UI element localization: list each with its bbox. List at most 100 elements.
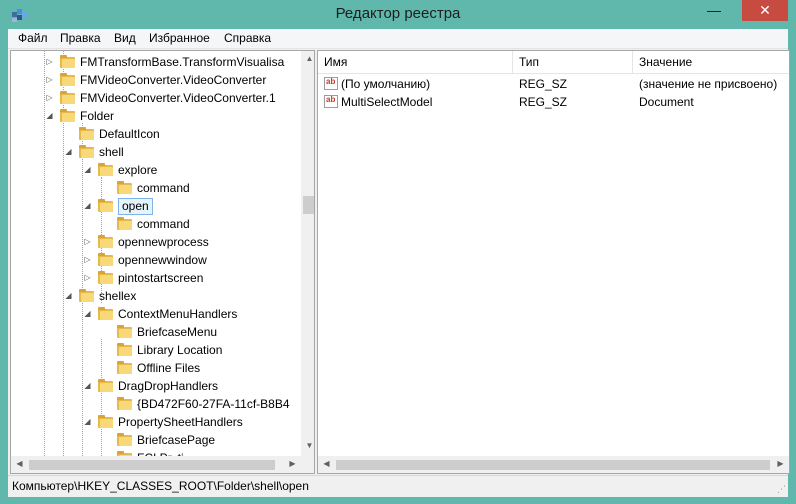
value-row[interactable]: ab (По умолчанию) REG_SZ (значение не присв… [318, 75, 789, 93]
tree-item-label[interactable]: {BD472F60-27FA-11cf-B8B4 [137, 395, 290, 413]
close-button[interactable]: ✕ [742, 0, 788, 21]
registry-key-tree[interactable]: ▷ FMTransformBase.TransformVisualisa ▷ FMVi… [10, 50, 315, 474]
tree-item[interactable]: ◢ shell [11, 143, 301, 161]
tree-item-label[interactable]: command [137, 215, 190, 233]
tree-item[interactable]: ◢ DragDropHandlers [11, 377, 301, 395]
string-value-icon: ab [324, 77, 338, 90]
tree-item[interactable]: Offline Files [11, 359, 301, 377]
tree-item[interactable]: ▷ FMVideoConverter.VideoConverter [11, 71, 301, 89]
tree-item[interactable]: command [11, 215, 301, 233]
tree-item[interactable]: ▷ opennewprocess [11, 233, 301, 251]
tree-horizontal-scroll-thumb[interactable] [29, 460, 275, 470]
menu-edit[interactable]: Правка [60, 31, 101, 45]
collapse-arrow-icon[interactable]: ◢ [45, 111, 54, 120]
tree-item-label[interactable]: Library Location [137, 341, 222, 359]
value-name: MultiSelectModel [341, 95, 433, 109]
tree-item-label[interactable]: BriefcaseMenu [137, 323, 217, 341]
resize-grip-icon[interactable]: ⋰ [777, 484, 786, 495]
tree-item-label[interactable]: DefaultIcon [99, 125, 160, 143]
values-horizontal-scrollbar[interactable]: ◀ ▶ [318, 456, 789, 473]
menu-favorites[interactable]: Избранное [149, 31, 210, 45]
tree-item[interactable]: BriefcaseMenu [11, 323, 301, 341]
tree-item[interactable]: ◢ Folder [11, 107, 301, 125]
menu-file[interactable]: Файл [18, 31, 48, 45]
tree-item-label[interactable]: BriefcasePage [137, 431, 215, 449]
menu-help[interactable]: Справка [224, 31, 271, 45]
expand-arrow-icon[interactable]: ▷ [45, 75, 54, 84]
folder-icon [117, 343, 133, 356]
scroll-down-icon[interactable]: ▼ [301, 441, 314, 450]
column-header-type[interactable]: Тип [513, 51, 633, 73]
tree-item-label[interactable]: shell [99, 143, 124, 161]
window-title: Редактор реестра [335, 5, 461, 22]
tree-item[interactable]: ◢ shellex [11, 287, 301, 305]
tree-item-label-selected[interactable]: open [118, 198, 153, 215]
tree-item-label[interactable]: explore [118, 161, 157, 179]
tree-item[interactable]: ◢ explore [11, 161, 301, 179]
tree-item[interactable]: ▷ FMTransformBase.TransformVisualisa [11, 53, 301, 71]
values-horizontal-scroll-thumb[interactable] [336, 460, 770, 470]
tree-horizontal-scrollbar[interactable]: ◀ ▶ [11, 456, 301, 473]
tree-item[interactable]: ◢ open [11, 197, 301, 215]
scroll-right-icon[interactable]: ▶ [772, 459, 789, 468]
tree-item-label[interactable]: opennewwindow [118, 251, 207, 269]
tree-item-label[interactable]: Folder [80, 107, 114, 125]
column-header-name[interactable]: Имя [318, 51, 513, 73]
tree-item-label[interactable]: FMTransformBase.TransformVisualisa [80, 53, 284, 71]
tree-item[interactable]: Library Location [11, 341, 301, 359]
scroll-left-icon[interactable]: ◀ [318, 459, 335, 468]
tree-item[interactable]: ▷ opennewwindow [11, 251, 301, 269]
folder-icon [117, 397, 133, 410]
collapse-arrow-icon[interactable]: ◢ [83, 417, 92, 426]
tree-item[interactable]: ◢ PropertySheetHandlers [11, 413, 301, 431]
collapse-arrow-icon[interactable]: ◢ [83, 309, 92, 318]
folder-icon [98, 163, 114, 176]
tree-item[interactable]: BriefcasePage [11, 431, 301, 449]
tree-item-label[interactable]: pintostartscreen [118, 269, 203, 287]
tree-item-label[interactable]: ContextMenuHandlers [118, 305, 237, 323]
tree-vertical-scrollbar[interactable]: ▲ ▼ [301, 51, 314, 456]
expand-arrow-icon[interactable]: ▷ [83, 237, 92, 246]
value-data: (значение не присвоено) [639, 77, 778, 91]
tree-item[interactable]: ▷ pintostartscreen [11, 269, 301, 287]
title-bar[interactable]: Редактор реестра — ✕ [0, 0, 796, 28]
value-type: REG_SZ [519, 77, 568, 91]
tree-item-label[interactable]: command [137, 179, 190, 197]
tree-item[interactable]: DefaultIcon [11, 125, 301, 143]
tree-item-label[interactable]: FMVideoConverter.VideoConverter [80, 71, 266, 89]
minimize-button[interactable]: — [700, 0, 728, 21]
tree-item[interactable]: {BD472F60-27FA-11cf-B8B4 [11, 395, 301, 413]
status-key-path: Компьютер\HKEY_CLASSES_ROOT\Folder\shell… [12, 479, 309, 493]
status-bar: Компьютер\HKEY_CLASSES_ROOT\Folder\shell… [8, 475, 788, 497]
expand-arrow-icon[interactable]: ▷ [45, 93, 54, 102]
scroll-up-icon[interactable]: ▲ [301, 54, 314, 63]
tree-item-label[interactable]: Offline Files [137, 359, 200, 377]
folder-icon [98, 253, 114, 266]
collapse-arrow-icon[interactable]: ◢ [83, 165, 92, 174]
scroll-left-icon[interactable]: ◀ [11, 459, 28, 468]
registry-values-list[interactable]: Имя Тип Значение ab (По умолчанию) REG_SZ (… [317, 50, 790, 474]
collapse-arrow-icon[interactable]: ◢ [83, 201, 92, 210]
expand-arrow-icon[interactable]: ▷ [83, 255, 92, 264]
folder-icon [60, 91, 76, 104]
scroll-right-icon[interactable]: ▶ [284, 459, 301, 468]
tree-item[interactable]: ◢ ContextMenuHandlers [11, 305, 301, 323]
scroll-corner [301, 456, 314, 473]
tree-item-label[interactable]: DragDropHandlers [118, 377, 218, 395]
tree-vertical-scroll-thumb[interactable] [303, 196, 314, 214]
expand-arrow-icon[interactable]: ▷ [83, 273, 92, 282]
tree-item[interactable]: command [11, 179, 301, 197]
collapse-arrow-icon[interactable]: ◢ [64, 147, 73, 156]
tree-item-label[interactable]: opennewprocess [118, 233, 209, 251]
column-header-data[interactable]: Значение [633, 51, 789, 73]
tree-item-label[interactable]: shellex [99, 287, 136, 305]
folder-icon [98, 235, 114, 248]
tree-item-label[interactable]: FMVideoConverter.VideoConverter.1 [80, 89, 276, 107]
collapse-arrow-icon[interactable]: ◢ [83, 381, 92, 390]
collapse-arrow-icon[interactable]: ◢ [64, 291, 73, 300]
tree-item-label[interactable]: PropertySheetHandlers [118, 413, 243, 431]
value-row[interactable]: ab MultiSelectModel REG_SZ Document [318, 93, 789, 111]
tree-item[interactable]: ▷ FMVideoConverter.VideoConverter.1 [11, 89, 301, 107]
expand-arrow-icon[interactable]: ▷ [45, 57, 54, 66]
menu-view[interactable]: Вид [114, 31, 136, 45]
